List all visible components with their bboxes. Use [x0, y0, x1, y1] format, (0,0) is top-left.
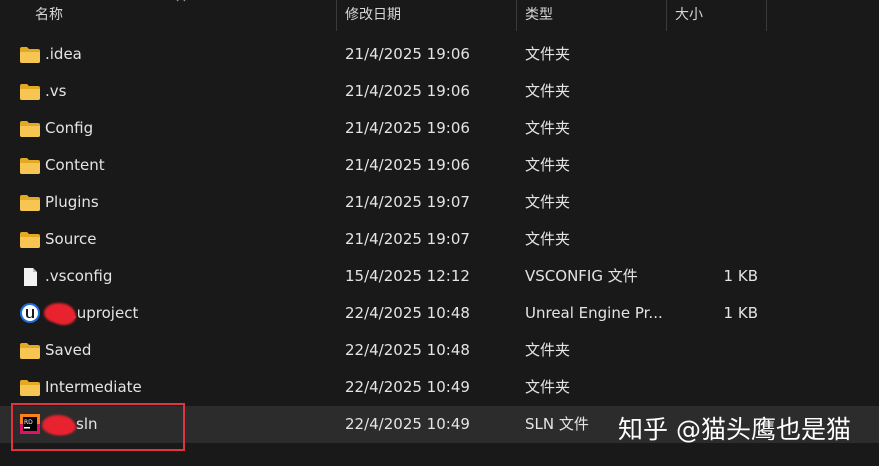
file-name: .vs [45, 82, 67, 100]
highlight-box [11, 403, 185, 451]
file-row[interactable]: .vs 21/4/2025 19:06 文件夹 [0, 73, 879, 110]
column-type-header[interactable]: 类型 [525, 0, 553, 31]
file-modified: 21/4/2025 19:06 [345, 45, 470, 63]
file-type: SLN 文件 [525, 415, 589, 433]
file-size [698, 369, 758, 406]
file-size: 1 KB [723, 267, 758, 285]
file-modified: 21/4/2025 19:07 [345, 193, 470, 211]
file-size [698, 221, 758, 258]
file-row[interactable]: Content 21/4/2025 19:06 文件夹 [0, 147, 879, 184]
file-modified: 22/4/2025 10:49 [345, 415, 470, 433]
watermark: 知乎 @猫头鹰也是猫 [618, 415, 851, 444]
folder-icon [19, 193, 41, 213]
file-row[interactable]: .idea 21/4/2025 19:06 文件夹 [0, 36, 879, 73]
column-divider[interactable] [516, 0, 517, 31]
file-name: .idea [45, 45, 82, 63]
file-size [698, 73, 758, 110]
file-modified: 21/4/2025 19:07 [345, 230, 470, 248]
file-modified: 22/4/2025 10:48 [345, 304, 470, 322]
column-divider[interactable] [666, 0, 667, 31]
file-name: Config [45, 119, 94, 137]
file-type: 文件夹 [525, 230, 571, 248]
folder-icon [19, 82, 41, 102]
file-type: 文件夹 [525, 119, 571, 137]
file-type: 文件夹 [525, 156, 571, 174]
file-type: 文件夹 [525, 378, 571, 396]
redaction-mark [52, 307, 76, 325]
file-name: Content [45, 156, 105, 174]
file-size [698, 36, 758, 73]
column-size-header[interactable]: 大小 [675, 0, 703, 31]
file-type: 文件夹 [525, 45, 571, 63]
folder-icon [19, 378, 41, 398]
redaction-mark [48, 419, 76, 435]
column-divider[interactable] [766, 0, 767, 31]
file-name: Intermediate [45, 378, 142, 396]
file-size [698, 147, 758, 184]
file-modified: 22/4/2025 10:48 [345, 341, 470, 359]
column-name-header[interactable]: 名称 [35, 0, 63, 31]
file-type: VSCONFIG 文件 [525, 267, 638, 285]
folder-icon [19, 156, 41, 176]
file-name: Plugins [45, 193, 99, 211]
file-row[interactable]: Config 21/4/2025 19:06 文件夹 [0, 110, 879, 147]
file-row[interactable]: .uproject 22/4/2025 10:48 Unreal Engine Pr… [0, 295, 879, 332]
file-type: 文件夹 [525, 193, 571, 211]
folder-icon [19, 119, 41, 139]
file-modified: 21/4/2025 19:06 [345, 119, 470, 137]
file-name: .vsconfig [45, 267, 113, 285]
file-modified: 22/4/2025 10:49 [345, 378, 470, 396]
file-icon [19, 267, 41, 287]
file-size: 1 KB [723, 304, 758, 322]
folder-icon [19, 230, 41, 250]
file-name: Saved [45, 341, 92, 359]
column-header-bar: 名称 修改日期 类型 大小 [0, 0, 879, 31]
file-row[interactable]: .vsconfig 15/4/2025 12:12 VSCONFIG 文件 1 KB [0, 258, 879, 295]
file-row[interactable]: Saved 22/4/2025 10:48 文件夹 [0, 332, 879, 369]
file-modified: 21/4/2025 19:06 [345, 156, 470, 174]
file-name: Source [45, 230, 97, 248]
file-row[interactable]: Source 21/4/2025 19:07 文件夹 [0, 221, 879, 258]
file-modified: 15/4/2025 12:12 [345, 267, 470, 285]
folder-icon [19, 341, 41, 361]
folder-icon [19, 45, 41, 65]
file-name: .uproject [72, 304, 139, 322]
file-size [698, 110, 758, 147]
sort-arrow-icon[interactable] [176, 0, 186, 4]
unreal-engine-icon [19, 302, 41, 323]
file-row[interactable]: Intermediate 22/4/2025 10:49 文件夹 [0, 369, 879, 406]
file-row[interactable]: Plugins 21/4/2025 19:07 文件夹 [0, 184, 879, 221]
file-type: 文件夹 [525, 82, 571, 100]
file-size [698, 184, 758, 221]
file-modified: 21/4/2025 19:06 [345, 82, 470, 100]
file-type: Unreal Engine Pr... [525, 304, 663, 322]
column-divider[interactable] [336, 0, 337, 31]
file-size [698, 332, 758, 369]
column-modified-header[interactable]: 修改日期 [345, 0, 401, 31]
file-type: 文件夹 [525, 341, 571, 359]
